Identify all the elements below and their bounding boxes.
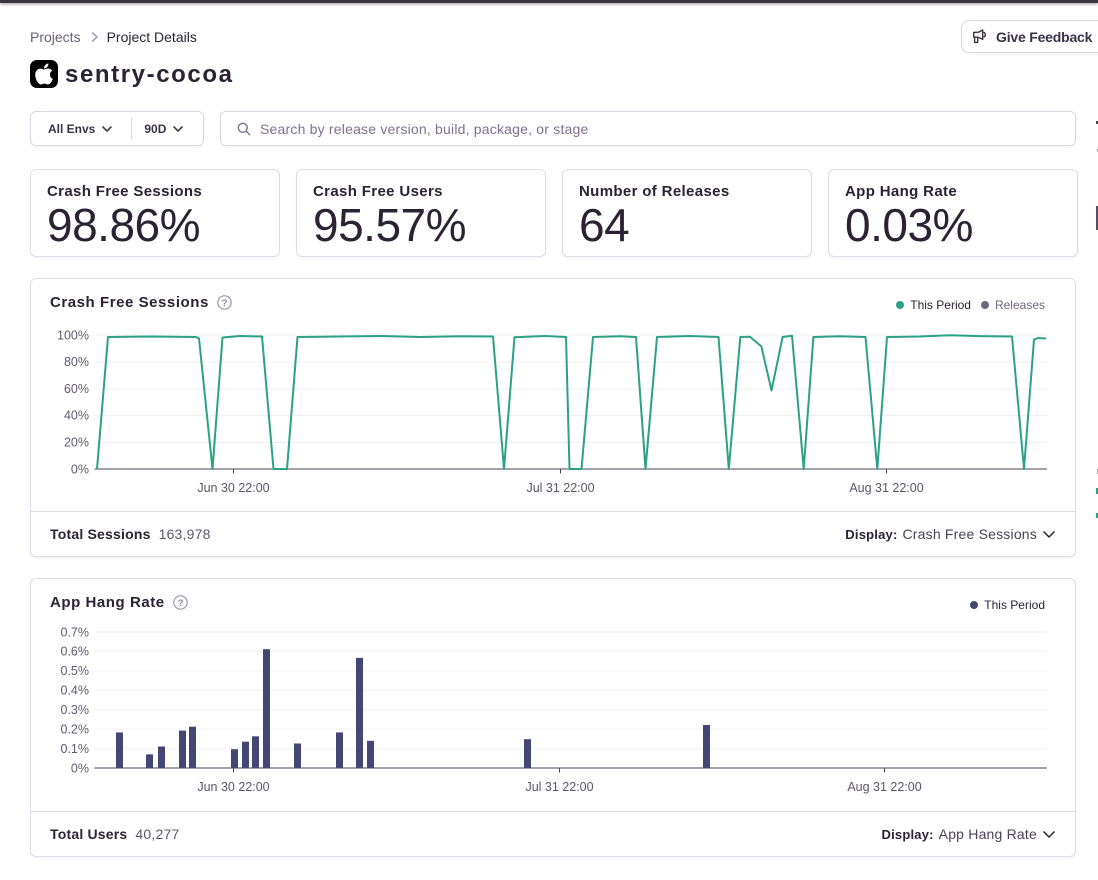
svg-text:40%: 40% <box>64 409 89 423</box>
svg-text:Jun 30 22:00: Jun 30 22:00 <box>197 780 269 794</box>
svg-text:0.3%: 0.3% <box>61 703 90 717</box>
svg-text:20%: 20% <box>64 436 89 450</box>
svg-text:Jul 31 22:00: Jul 31 22:00 <box>526 481 594 495</box>
svg-text:0.1%: 0.1% <box>61 742 90 756</box>
svg-text:Aug 31 22:00: Aug 31 22:00 <box>847 780 921 794</box>
svg-text:?: ? <box>177 598 183 609</box>
svg-text:0.6%: 0.6% <box>61 645 90 659</box>
svg-text:60%: 60% <box>64 382 89 396</box>
svg-text:0.2%: 0.2% <box>61 722 90 736</box>
svg-text:0.7%: 0.7% <box>61 625 90 639</box>
svg-text:0%: 0% <box>71 462 89 476</box>
svg-text:0.4%: 0.4% <box>61 684 90 698</box>
svg-text:0%: 0% <box>71 761 89 775</box>
svg-text:80%: 80% <box>64 355 89 369</box>
svg-text:Aug 31 22:00: Aug 31 22:00 <box>849 481 923 495</box>
svg-text:?: ? <box>221 298 227 309</box>
svg-text:0.5%: 0.5% <box>61 664 90 678</box>
svg-text:100%: 100% <box>57 328 89 342</box>
svg-text:Jul 31 22:00: Jul 31 22:00 <box>525 780 593 794</box>
svg-text:Jun 30 22:00: Jun 30 22:00 <box>197 481 269 495</box>
